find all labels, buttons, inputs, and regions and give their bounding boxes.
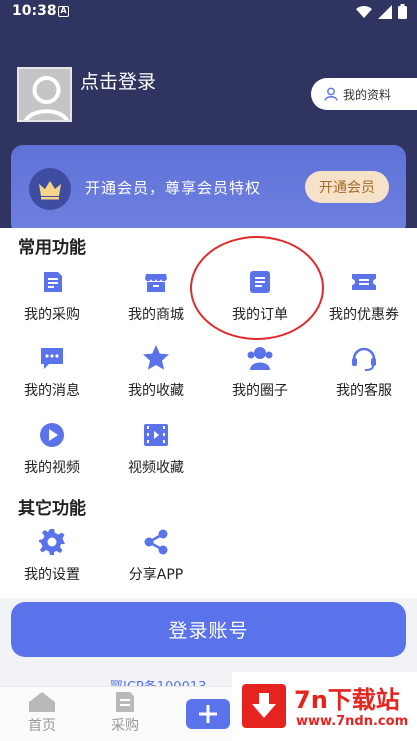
profile-header: 10:38 A 点击登录 我的资料 开通会员，尊享会员特权 开通会员: [0, 0, 417, 250]
menu-item-circle[interactable]: 我的圈子: [208, 344, 312, 400]
default-avatar-icon: [24, 76, 69, 120]
menu-item-purchase[interactable]: 我的采购: [0, 268, 104, 324]
menu-item-label: 我的圈子: [232, 383, 288, 399]
film-icon: [142, 421, 170, 449]
ticket-icon: [350, 268, 378, 296]
menu-item-video-favorites[interactable]: 视频收藏: [104, 421, 208, 477]
message-icon: [38, 344, 66, 372]
purchase-icon: [116, 692, 134, 712]
gear-icon: [38, 528, 66, 556]
my-profile-label: 我的资料: [343, 87, 392, 102]
site-watermark: 7n下载站 www.7ndn.com: [232, 672, 417, 741]
menu-item-favorites[interactable]: 我的收藏: [104, 344, 208, 400]
menu-item-label: 我的商城: [128, 307, 184, 323]
share-icon: [142, 528, 170, 556]
menu-item-videos[interactable]: 我的视频: [0, 421, 104, 477]
notification-icon: A: [58, 6, 69, 17]
download-logo-icon: [242, 684, 286, 728]
function-panel: 常用功能 我的采购 我的商城 我的订单 我的优惠券 我的消息 我的收藏 我的圈子…: [0, 228, 417, 598]
tab-purchase[interactable]: 采购: [95, 691, 155, 735]
system-icons: [356, 4, 407, 19]
headset-icon: [350, 344, 378, 372]
menu-item-share[interactable]: 分享APP: [104, 528, 208, 584]
menu-item-orders[interactable]: 我的订单: [208, 268, 312, 324]
order-icon: [246, 268, 274, 296]
vip-promo-text: 开通会员，尊享会员特权: [85, 179, 262, 197]
user-icon: [324, 87, 338, 101]
login-link[interactable]: 点击登录: [80, 67, 156, 94]
watermark-url: www.7ndn.com: [296, 714, 409, 729]
battery-icon: [398, 4, 407, 19]
menu-item-store[interactable]: 我的商城: [104, 268, 208, 324]
other-functions-title: 其它功能: [18, 499, 86, 519]
menu-item-label: 我的客服: [336, 383, 392, 399]
wifi-icon: [356, 5, 372, 18]
avatar[interactable]: [17, 67, 72, 122]
menu-item-label: 我的订单: [232, 307, 288, 323]
home-icon: [29, 692, 55, 712]
menu-item-label: 我的消息: [24, 383, 80, 399]
menu-item-label: 视频收藏: [128, 460, 184, 476]
menu-item-settings[interactable]: 我的设置: [0, 528, 104, 584]
menu-item-messages[interactable]: 我的消息: [0, 344, 104, 400]
signal-icon: [378, 4, 392, 19]
store-icon: [142, 268, 170, 296]
play-icon: [38, 421, 66, 449]
common-functions-title: 常用功能: [18, 238, 86, 258]
my-profile-button[interactable]: 我的资料: [311, 78, 417, 110]
menu-item-label: 我的优惠券: [329, 307, 399, 323]
publish-add-button[interactable]: [186, 699, 230, 729]
login-account-button[interactable]: 登录账号: [11, 602, 406, 657]
status-bar: 10:38 A: [0, 0, 417, 24]
watermark-brand: 7n下载站: [294, 686, 400, 714]
menu-item-label: 我的设置: [24, 567, 80, 583]
tab-home[interactable]: 首页: [12, 691, 72, 735]
tab-label: 采购: [111, 718, 139, 734]
open-vip-button[interactable]: 开通会员: [305, 171, 389, 203]
menu-item-service[interactable]: 我的客服: [312, 344, 416, 400]
menu-item-label: 我的视频: [24, 460, 80, 476]
crown-icon: [29, 168, 71, 210]
plus-icon: [199, 705, 217, 723]
menu-item-label: 我的采购: [24, 307, 80, 323]
menu-item-label: 分享APP: [128, 567, 184, 583]
menu-item-coupons[interactable]: 我的优惠券: [312, 268, 416, 324]
status-time: 10:38: [12, 3, 57, 19]
star-icon: [142, 344, 170, 372]
document-icon: [38, 268, 66, 296]
tab-label: 首页: [28, 718, 56, 734]
vip-card: 开通会员，尊享会员特权 开通会员: [11, 145, 406, 235]
menu-item-label: 我的收藏: [128, 383, 184, 399]
group-icon: [246, 344, 274, 372]
